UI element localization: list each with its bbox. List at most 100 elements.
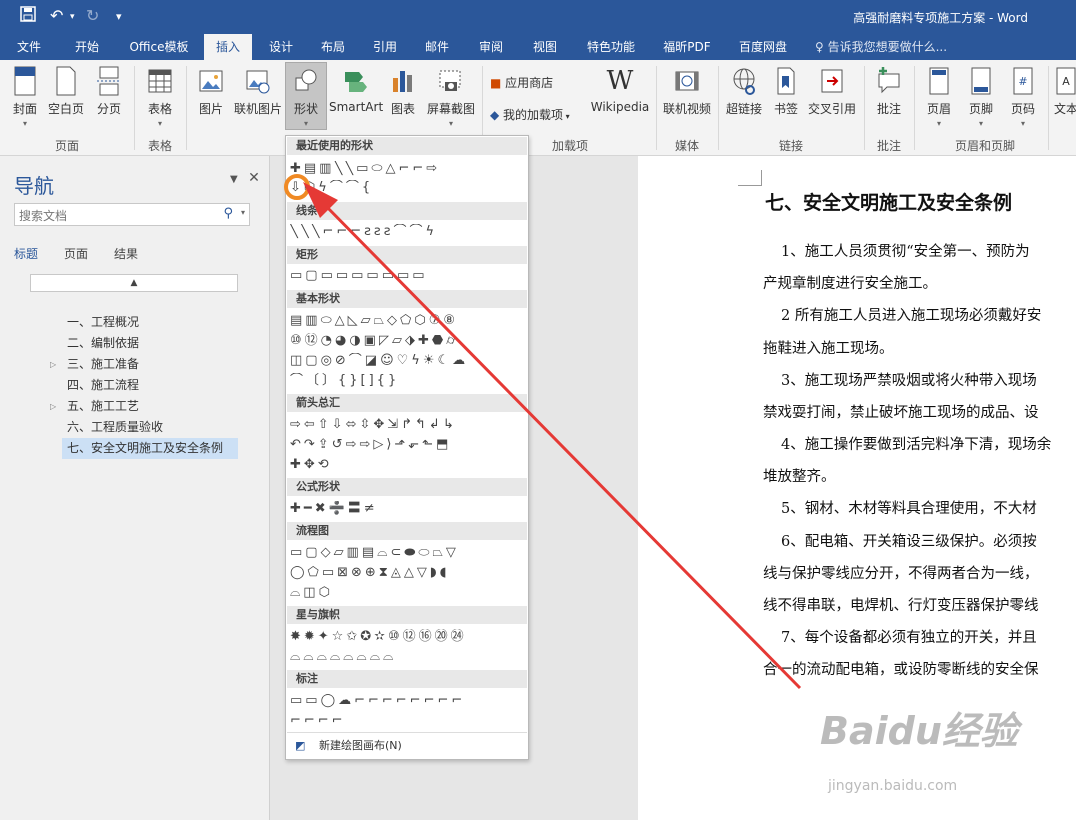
store-button[interactable]: ■ 应用商店 xyxy=(490,74,553,91)
shape-row[interactable]: ⑩⑫◔◕◑▣◸▱⬗✚⬣⌭ xyxy=(290,333,526,349)
shape-row[interactable]: ⌓◫⬡ xyxy=(290,585,526,601)
tab-review[interactable]: 审阅 xyxy=(468,34,514,60)
shapes-button[interactable]: 形状 ▾ xyxy=(285,62,327,130)
hyperlink-button[interactable]: 超链接 xyxy=(724,66,764,117)
group-separator xyxy=(718,66,719,150)
tab-view[interactable]: 视图 xyxy=(522,34,568,60)
textbox-icon: A xyxy=(1056,67,1076,95)
shape-row[interactable]: ⇩⬡ϟ⌒⌒{ xyxy=(290,180,526,196)
shape-row[interactable]: ✚━✖➗〓≠ xyxy=(290,501,526,517)
nav-scroll-up-button[interactable]: ▲ xyxy=(30,274,238,292)
page-break-icon xyxy=(97,66,121,96)
shape-row[interactable]: ▭▭◯☁⌐⌐⌐⌐⌐⌐⌐⌐ xyxy=(290,693,526,709)
shape-row[interactable]: ⌒〔〕{}[]{} xyxy=(290,373,526,389)
shape-row[interactable]: ◯⬠▭⊠⊗⊕⧗◬△▽◗◖ xyxy=(290,565,526,581)
page-number-button[interactable]: # 页码 ▾ xyxy=(1006,66,1040,128)
nav-heading-item[interactable]: 二、编制依据 xyxy=(62,333,238,354)
screenshot-button[interactable]: 屏幕截图 ▾ xyxy=(424,66,478,128)
shapes-icon xyxy=(295,69,317,91)
blank-page-button[interactable]: 空白页 xyxy=(46,66,86,117)
table-button[interactable]: 表格 ▾ xyxy=(142,66,178,128)
redo-icon[interactable]: ↻ xyxy=(86,6,99,25)
cross-reference-button[interactable]: 交叉引用 xyxy=(806,66,858,117)
shape-row[interactable]: ⌓⌓⌓⌓⌓⌓⌓⌓ xyxy=(290,649,526,665)
nav-tab-results[interactable]: 结果 xyxy=(114,245,138,262)
undo-icon[interactable]: ↶ xyxy=(50,6,63,25)
undo-dropdown-icon[interactable]: ▾ xyxy=(70,12,75,22)
tell-me-box[interactable]: ♀ 告诉我您想要做什么... xyxy=(815,34,947,60)
expand-icon[interactable]: ▷ xyxy=(50,396,56,417)
picture-button[interactable]: 图片 xyxy=(194,66,228,117)
online-video-button[interactable]: 联机视频 xyxy=(660,66,714,117)
search-icon[interactable]: ⚲ xyxy=(223,206,233,221)
document-line: 产规章制度进行安全施工。 xyxy=(763,276,937,292)
save-icon[interactable] xyxy=(20,6,36,26)
gallery-section-header: 标注 xyxy=(287,670,527,688)
tab-layout[interactable]: 布局 xyxy=(310,34,356,60)
smartart-button[interactable]: SmartArt xyxy=(329,66,383,114)
tab-home[interactable]: 开始 xyxy=(62,34,112,60)
my-addins-button[interactable]: ◆ 我的加载项 ▾ xyxy=(490,106,570,123)
shape-row[interactable]: ⇨⇦⇧⇩⬄⇳✥⇲↱↰↲↳ xyxy=(290,417,526,433)
page-break-button[interactable]: 分页 xyxy=(92,66,126,117)
table-icon xyxy=(148,69,172,93)
online-picture-button[interactable]: 联机图片 xyxy=(232,66,284,117)
tab-file[interactable]: 文件 xyxy=(6,34,52,60)
tab-foxit-pdf[interactable]: 福昕PDF xyxy=(652,34,722,60)
chart-icon xyxy=(393,71,412,92)
nav-tab-headings[interactable]: 标题 xyxy=(14,245,38,262)
shape-row[interactable]: ✚▤▥╲╲▭⬭△⌐⌐⇨ xyxy=(290,161,526,177)
wikipedia-button[interactable]: W Wikipedia xyxy=(588,66,652,114)
tab-references[interactable]: 引用 xyxy=(362,34,408,60)
chart-button[interactable]: 图表 xyxy=(386,66,420,117)
nav-heading-item[interactable]: ▷ 三、施工准备 xyxy=(50,354,238,375)
shape-row[interactable]: ↶↷⇪↺⇨⇨▷⟩⬏⬐⬑⬒ xyxy=(290,437,526,453)
footer-button[interactable]: 页脚 ▾ xyxy=(964,66,998,128)
close-icon[interactable]: ✕ xyxy=(248,170,260,186)
tab-mailings[interactable]: 邮件 xyxy=(414,34,460,60)
new-comment-button[interactable]: 批注 xyxy=(872,66,906,117)
shape-row[interactable]: ✸✹✦☆✩✪✫⑩⑫⑯⑳㉔ xyxy=(290,629,526,645)
tab-insert[interactable]: 插入 xyxy=(204,34,252,60)
document-line: 2 所有施工人员进入施工现场必须戴好安 xyxy=(781,308,1042,324)
gallery-section-header: 流程图 xyxy=(287,522,527,540)
header-button[interactable]: 页眉 ▾ xyxy=(922,66,956,128)
nav-options-icon[interactable]: ▼ xyxy=(230,174,238,185)
nav-heading-item-selected[interactable]: 七、安全文明施工及安全条例 xyxy=(62,438,238,459)
tab-features[interactable]: 特色功能 xyxy=(578,34,644,60)
group-header-footer-label: 页眉和页脚 xyxy=(954,139,1015,153)
shape-row[interactable]: ▤▥⬭△◺▱⏢◇⬠⬡⑦⑧ xyxy=(290,313,526,329)
gallery-section-header: 箭头总汇 xyxy=(287,394,527,412)
blank-page-icon xyxy=(56,66,76,96)
tab-baidu-netdisk[interactable]: 百度网盘 xyxy=(730,34,796,60)
tab-design[interactable]: 设计 xyxy=(258,34,304,60)
shape-row[interactable]: ▭▢◇▱▥▤⌓⊂⬬⬭⏢▽ xyxy=(290,545,526,561)
gallery-section-header: 矩形 xyxy=(287,246,527,264)
shape-row[interactable]: ✚✥⟲ xyxy=(290,457,526,473)
bookmark-button[interactable]: 书签 xyxy=(770,66,802,117)
shape-row[interactable]: ◫▢◎⊘⌒◪☺♡ϟ☀☾☁ xyxy=(290,353,526,369)
nav-heading-item[interactable]: 一、工程概况 xyxy=(62,312,238,333)
gallery-section-header: 最近使用的形状 xyxy=(287,137,527,155)
new-drawing-canvas-button[interactable]: ◩ 新建绘图画布(N) xyxy=(287,732,527,758)
textbox-button[interactable]: A 文本 xyxy=(1054,66,1076,117)
customize-icon[interactable]: ▾ xyxy=(116,10,122,23)
search-dropdown-icon[interactable]: ▾ xyxy=(241,208,245,217)
shape-row[interactable]: ⌐⌐⌐⌐ xyxy=(290,713,526,729)
cross-reference-icon xyxy=(821,69,843,93)
tab-office-templates[interactable]: Office模板 xyxy=(120,34,198,60)
picture-icon xyxy=(199,70,223,92)
nav-heading-item[interactable]: 六、工程质量验收 xyxy=(62,417,238,438)
shape-row[interactable]: ▭▢▭▭▭▭▭▭▭ xyxy=(290,268,526,284)
nav-heading-item[interactable]: 四、施工流程 xyxy=(62,375,238,396)
nav-heading-item[interactable]: ▷ 五、施工工艺 xyxy=(50,396,238,417)
nav-search-input[interactable]: 搜索文档 ⚲ ▾ xyxy=(14,203,250,226)
cover-page-button[interactable]: 封面 ▾ xyxy=(8,66,42,128)
document-line: 线与保护零线应分开，不得两者合为一线， xyxy=(763,566,1039,582)
nav-tab-pages[interactable]: 页面 xyxy=(64,245,88,262)
expand-icon[interactable]: ▷ xyxy=(50,354,56,375)
shape-row[interactable]: ╲╲╲⌐⌐⌐ƨƨƨ⌒⌒ϟ xyxy=(290,224,526,240)
document-line: 5、钢材、木材等料具合理使用，不大材 xyxy=(781,501,1037,517)
caret-icon: ▾ xyxy=(22,119,27,128)
document-line: 3、施工现场严禁吸烟或将火种带入现场 xyxy=(781,373,1037,389)
